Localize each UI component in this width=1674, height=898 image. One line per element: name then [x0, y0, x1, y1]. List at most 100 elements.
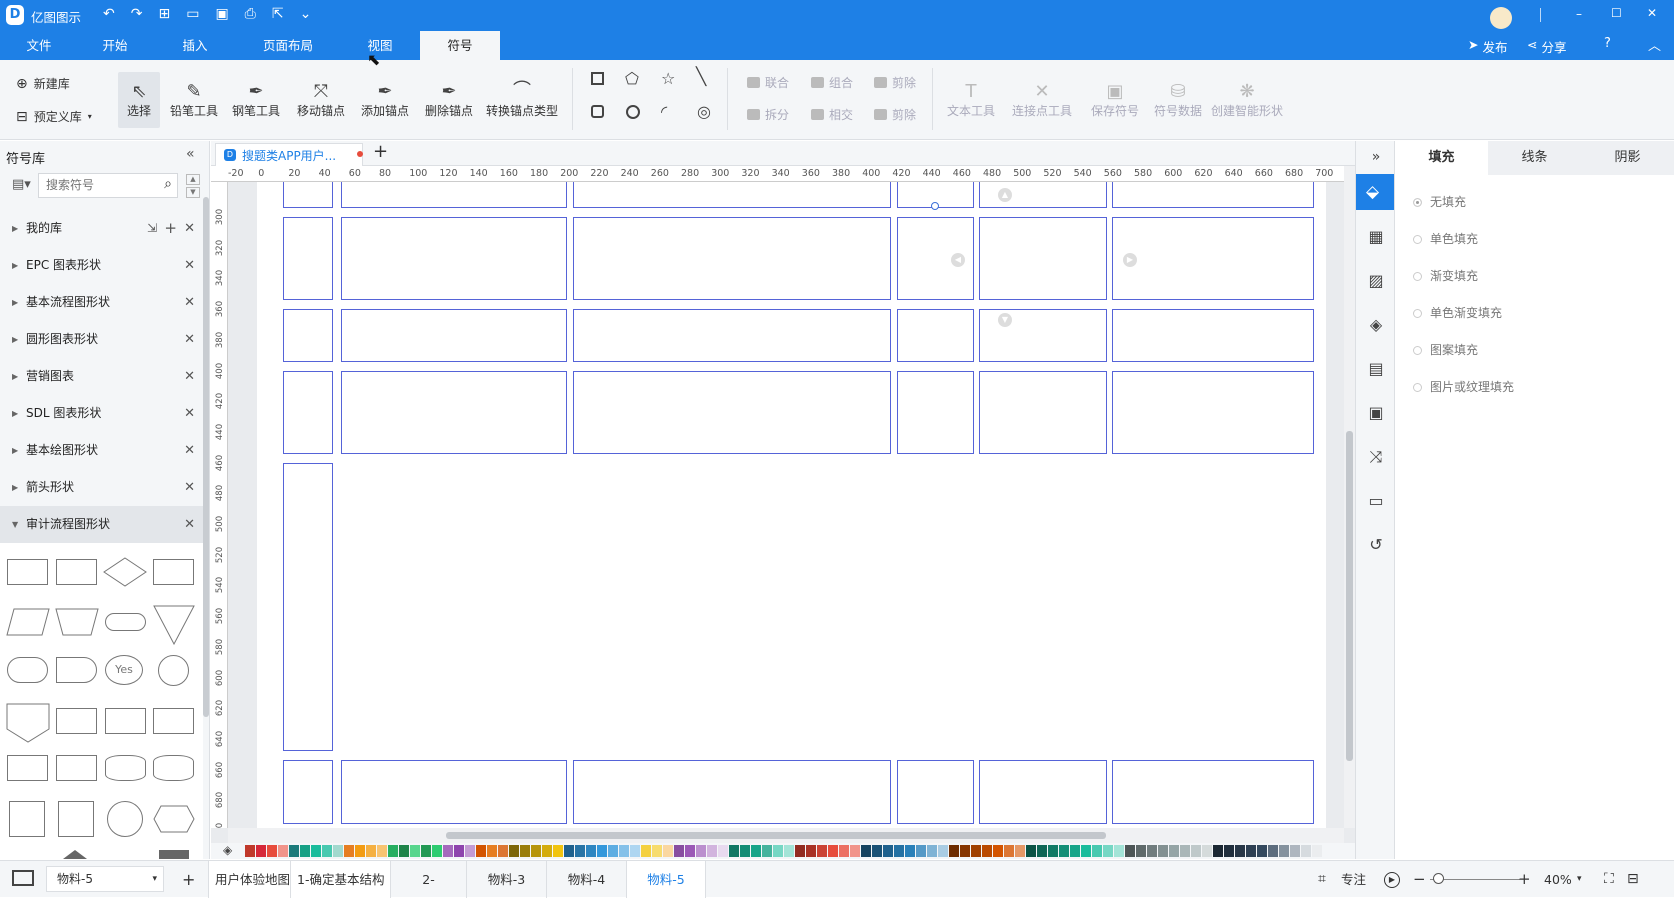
- table-cell[interactable]: [897, 309, 974, 362]
- vertical-scroll-thumb[interactable]: [1346, 431, 1353, 761]
- library-menu-icon[interactable]: ▤▾: [12, 177, 31, 192]
- library-item[interactable]: ▶ 营销图表 ✕: [0, 358, 203, 395]
- color-swatch[interactable]: [1180, 845, 1190, 857]
- table-cell-tall[interactable]: [283, 463, 333, 751]
- close-icon[interactable]: ✕: [184, 506, 195, 543]
- table-cell[interactable]: [897, 760, 974, 824]
- color-swatch[interactable]: [971, 845, 981, 857]
- fill-bucket-icon[interactable]: ◈: [223, 843, 232, 857]
- left-panel-scrollbar[interactable]: [203, 197, 209, 717]
- color-swatch[interactable]: [905, 845, 915, 857]
- pencil-tool-button[interactable]: ✎ 铅笔工具: [165, 72, 223, 119]
- triangle-shape[interactable]: [63, 850, 87, 859]
- table-cell[interactable]: [341, 217, 567, 300]
- menu-insert[interactable]: 插入: [170, 31, 220, 60]
- color-swatch[interactable]: [355, 845, 365, 857]
- table-cell[interactable]: [897, 371, 974, 454]
- color-swatch[interactable]: [1125, 845, 1135, 857]
- star-shape-icon[interactable]: ☆: [661, 69, 675, 88]
- color-swatch[interactable]: [1312, 845, 1322, 857]
- fit-page-icon[interactable]: ⊟: [1627, 861, 1639, 898]
- color-swatch[interactable]: [245, 845, 255, 857]
- table-cell[interactable]: [979, 217, 1107, 300]
- color-swatch[interactable]: [938, 845, 948, 857]
- color-swatch[interactable]: [586, 845, 596, 857]
- add-anchor-button[interactable]: ✒ 添加锚点: [354, 72, 416, 119]
- table-cell[interactable]: [573, 760, 891, 824]
- color-swatch[interactable]: [498, 845, 508, 857]
- shuffle-icon[interactable]: ⤨: [1366, 447, 1386, 467]
- color-swatch[interactable]: [883, 845, 893, 857]
- color-swatch[interactable]: [278, 845, 288, 857]
- color-swatch[interactable]: [377, 845, 387, 857]
- drawing-page[interactable]: ▲ ◀ ▶ ▼: [257, 182, 1326, 828]
- color-swatch[interactable]: [1037, 845, 1047, 857]
- table-cell[interactable]: [573, 217, 891, 300]
- symbol-data-button[interactable]: ⛁ 符号数据: [1150, 72, 1206, 119]
- multi-document-shape[interactable]: [105, 708, 146, 734]
- connect-point-tool-button[interactable]: ✕ 连接点工具: [1009, 72, 1075, 119]
- select-tool-button[interactable]: ⇖ 选择: [118, 72, 160, 128]
- table-cell[interactable]: [341, 371, 567, 454]
- close-button[interactable]: ✕: [1647, 6, 1657, 20]
- color-swatch[interactable]: [1202, 845, 1212, 857]
- spiral-shape-icon[interactable]: ◎: [697, 102, 711, 121]
- image-icon[interactable]: ▨: [1366, 271, 1386, 291]
- color-swatch[interactable]: [366, 845, 376, 857]
- color-swatch[interactable]: [982, 845, 992, 857]
- fullscreen-icon[interactable]: ⛶: [1604, 861, 1614, 898]
- color-swatch[interactable]: [520, 845, 530, 857]
- fill-option[interactable]: 渐变填充: [1413, 267, 1478, 284]
- union-button[interactable]: 联合: [747, 74, 789, 91]
- move-anchor-button[interactable]: ⤧ 移动锚点: [290, 72, 352, 119]
- open-icon[interactable]: ▭: [186, 6, 199, 22]
- color-swatch[interactable]: [806, 845, 816, 857]
- table-cell[interactable]: [1112, 371, 1314, 454]
- color-swatch[interactable]: [1268, 845, 1278, 857]
- vertical-scrollbar[interactable]: [1344, 166, 1355, 828]
- scroll-up-icon[interactable]: ▲: [186, 174, 200, 185]
- close-icon[interactable]: ✕: [184, 395, 195, 432]
- color-swatch[interactable]: [487, 845, 497, 857]
- document-tab[interactable]: D 搜题类APP用户...: [215, 143, 363, 166]
- preparation-shape[interactable]: [153, 805, 195, 833]
- color-swatch[interactable]: [1026, 845, 1036, 857]
- stack-shape[interactable]: [56, 755, 97, 781]
- terminator-shape[interactable]: [105, 613, 146, 631]
- print-icon[interactable]: ⎙: [245, 6, 256, 22]
- color-swatch[interactable]: [1169, 845, 1179, 857]
- page-tab[interactable]: 2-: [390, 861, 466, 898]
- add-icon[interactable]: +: [164, 210, 177, 247]
- split-button[interactable]: 拆分: [747, 106, 789, 123]
- selection-handle[interactable]: [931, 202, 939, 210]
- save-icon[interactable]: ▣: [215, 6, 228, 22]
- color-swatch[interactable]: [531, 845, 541, 857]
- tab-fill[interactable]: 填充: [1395, 141, 1488, 175]
- color-swatch[interactable]: [256, 845, 266, 857]
- color-swatch[interactable]: [718, 845, 728, 857]
- color-swatch[interactable]: [410, 845, 420, 857]
- color-swatch[interactable]: [553, 845, 563, 857]
- arrow-down-icon[interactable]: ▼: [998, 313, 1012, 327]
- library-item[interactable]: ▶ 圆形图表形状 ✕: [0, 321, 203, 358]
- predefined-library-button[interactable]: ⊟ 预定义库 ▾: [16, 108, 92, 125]
- offpage-ref-shape[interactable]: [6, 703, 50, 743]
- tab-shadow[interactable]: 阴影: [1581, 141, 1674, 175]
- table-cell[interactable]: [979, 371, 1107, 454]
- history-icon[interactable]: ↺: [1366, 535, 1386, 555]
- text-tool-button[interactable]: T 文本工具: [945, 72, 997, 119]
- color-swatch[interactable]: [707, 845, 717, 857]
- color-swatch[interactable]: [333, 845, 343, 857]
- color-swatch[interactable]: [1048, 845, 1058, 857]
- table-cell[interactable]: [283, 217, 333, 300]
- color-swatch[interactable]: [630, 845, 640, 857]
- color-swatch[interactable]: [663, 845, 673, 857]
- combine-button[interactable]: 组合: [811, 74, 853, 91]
- new-library-button[interactable]: ⊕ 新建库: [16, 75, 70, 92]
- color-swatch[interactable]: [872, 845, 882, 857]
- page-select[interactable]: 物料-5 ▾: [46, 866, 164, 892]
- manual-op-shape[interactable]: [55, 607, 99, 637]
- focus-icon[interactable]: ⌗: [1318, 861, 1326, 898]
- color-swatch[interactable]: [949, 845, 959, 857]
- table-cell[interactable]: [573, 309, 891, 362]
